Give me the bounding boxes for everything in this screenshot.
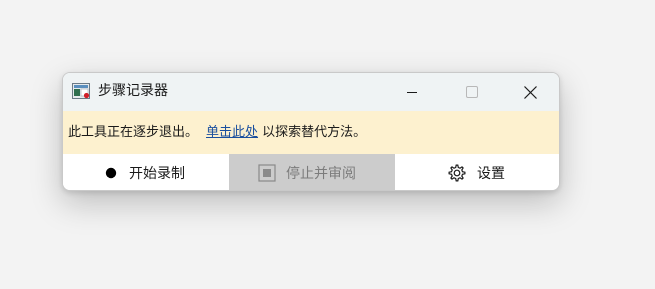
close-icon <box>523 85 537 99</box>
settings-button[interactable]: 设置 <box>395 154 559 190</box>
stop-and-review-button[interactable]: 停止并审阅 <box>229 154 395 190</box>
close-button[interactable] <box>507 73 553 111</box>
start-recording-button[interactable]: 开始录制 <box>63 154 229 190</box>
gear-icon <box>447 163 467 183</box>
title-bar[interactable]: 步骤记录器 <box>63 73 559 111</box>
record-dot-icon <box>103 165 119 181</box>
stop-and-review-label: 停止并审阅 <box>286 166 356 182</box>
maximize-icon <box>466 86 478 98</box>
steps-recorder-window: 步骤记录器 此工具正在逐步退出。 单击此处 以探索替代方法。 开始录制 停止并审… <box>62 72 560 191</box>
infobar-suffix: 以探索替代方法。 <box>262 125 367 140</box>
maximize-button[interactable] <box>449 73 495 111</box>
minimize-icon <box>407 92 417 93</box>
window-title: 步骤记录器 <box>98 83 168 99</box>
deprecation-infobar: 此工具正在逐步退出。 单击此处 以探索替代方法。 <box>63 111 559 154</box>
click-here-link[interactable]: 单击此处 <box>206 125 258 140</box>
start-recording-label: 开始录制 <box>129 166 185 182</box>
infobar-message: 此工具正在逐步退出。 <box>68 125 199 140</box>
stop-square-icon <box>258 164 276 182</box>
toolbar: 开始录制 停止并审阅 设置 <box>63 154 559 190</box>
settings-label: 设置 <box>477 166 505 182</box>
minimize-button[interactable] <box>389 73 435 111</box>
steps-recorder-app-icon <box>72 83 90 99</box>
